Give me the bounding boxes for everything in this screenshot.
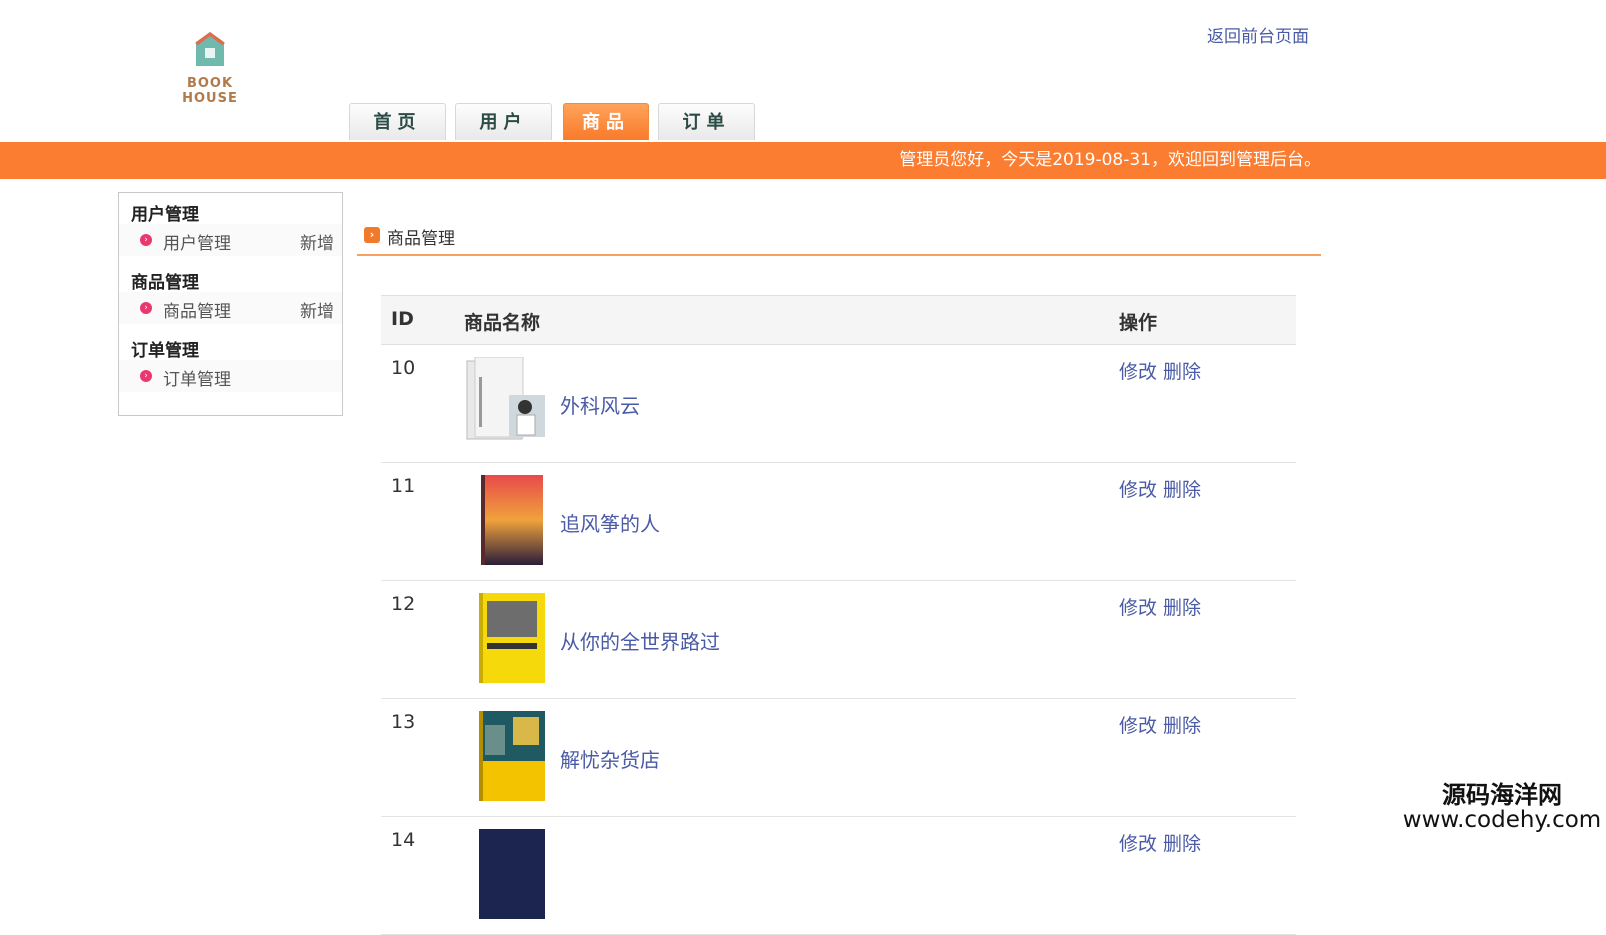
column-header-id: ID (391, 308, 414, 330)
product-name-link[interactable]: 解忧杂货店 (560, 744, 660, 773)
watermark-title: 源码海洋网 (1442, 781, 1562, 809)
product-id: 12 (391, 593, 416, 615)
welcome-text: 管理员您好，今天是2019-08-31，欢迎回到管理后台。 (899, 150, 1321, 170)
section-header: › 商品管理 (357, 222, 1321, 256)
sidebar-group-products-title: 商品管理 (131, 273, 199, 293)
sidebar-item-label[interactable]: 用户管理 (163, 229, 231, 254)
delete-link[interactable]: 删除 (1163, 597, 1201, 619)
house-logo-icon (195, 32, 225, 66)
product-cover-image[interactable] (465, 475, 550, 565)
delete-link[interactable]: 删除 (1163, 479, 1201, 501)
arrow-right-icon: › (364, 227, 380, 243)
edit-link[interactable]: 修改 (1119, 479, 1157, 501)
logo: BOOK HOUSE (160, 30, 260, 106)
product-id: 13 (391, 711, 416, 733)
add-product-link[interactable]: 新增 (300, 297, 334, 322)
product-id: 14 (391, 829, 416, 851)
edit-link[interactable]: 修改 (1119, 597, 1157, 619)
table-row: 10 外科风云 修改 删除 (381, 345, 1296, 463)
row-actions: 修改 删除 (1119, 593, 1207, 620)
product-cover-image[interactable] (465, 711, 550, 801)
add-user-link[interactable]: 新增 (300, 229, 334, 254)
delete-link[interactable]: 删除 (1163, 715, 1201, 737)
watermark-url: www.codehy.com (1402, 807, 1602, 834)
arrow-bullet-icon: › (140, 302, 152, 314)
watermark: 源码海洋网 www.codehy.com (1398, 781, 1606, 834)
table-row: 12 从你的全世界路过 修改 删除 (381, 581, 1296, 699)
product-id: 10 (391, 357, 416, 379)
tab-products[interactable]: 商品 (563, 103, 649, 140)
product-name-link[interactable]: 外科风云 (560, 390, 640, 419)
table-row: 11 追风筝的人 修改 删除 (381, 463, 1296, 581)
delete-link[interactable]: 删除 (1163, 833, 1201, 855)
edit-link[interactable]: 修改 (1119, 833, 1157, 855)
sidebar: 用户管理 › 用户管理 新增 商品管理 › 商品管理 新增 订单管理 › 订单管… (118, 192, 343, 416)
delete-link[interactable]: 删除 (1163, 361, 1201, 383)
row-actions: 修改 删除 (1119, 357, 1207, 384)
edit-link[interactable]: 修改 (1119, 361, 1157, 383)
product-cover-image[interactable] (465, 357, 550, 447)
sidebar-item-label[interactable]: 订单管理 (163, 365, 231, 390)
product-cover-image[interactable] (465, 829, 550, 919)
row-actions: 修改 删除 (1119, 711, 1207, 738)
column-header-actions: 操作 (1119, 312, 1158, 334)
sidebar-group-orders-title: 订单管理 (131, 341, 199, 361)
logo-text: BOOK HOUSE (182, 76, 238, 106)
product-table: ID 商品名称 操作 10 外科风云 修改 删除 11 追风筝的人 修改 删除 … (381, 295, 1296, 935)
tab-orders[interactable]: 订单 (658, 103, 755, 140)
sidebar-item-users[interactable]: › 用户管理 新增 (119, 224, 342, 256)
back-to-frontend-link[interactable]: 返回前台页面 (1207, 22, 1309, 47)
sidebar-group-users-title: 用户管理 (131, 205, 199, 225)
row-actions: 修改 删除 (1119, 829, 1207, 856)
sidebar-item-orders[interactable]: › 订单管理 (119, 360, 342, 392)
section-title: 商品管理 (387, 229, 455, 249)
sidebar-item-products[interactable]: › 商品管理 新增 (119, 292, 342, 324)
welcome-bar: 管理员您好，今天是2019-08-31，欢迎回到管理后台。 (0, 142, 1606, 179)
product-name-link[interactable]: 从你的全世界路过 (560, 626, 720, 655)
arrow-bullet-icon: › (140, 234, 152, 246)
column-header-name: 商品名称 (464, 312, 541, 334)
table-row: 13 解忧杂货店 修改 删除 (381, 699, 1296, 817)
row-actions: 修改 删除 (1119, 475, 1207, 502)
arrow-bullet-icon: › (140, 370, 152, 382)
tab-home[interactable]: 首页 (349, 103, 446, 140)
tab-users[interactable]: 用户 (455, 103, 552, 140)
product-id: 11 (391, 475, 416, 497)
edit-link[interactable]: 修改 (1119, 715, 1157, 737)
table-row: 14 修改 删除 (381, 817, 1296, 935)
sidebar-item-label[interactable]: 商品管理 (163, 297, 231, 322)
product-cover-image[interactable] (465, 593, 550, 683)
table-header: ID 商品名称 操作 (381, 295, 1296, 345)
product-name-link[interactable]: 追风筝的人 (560, 508, 660, 537)
